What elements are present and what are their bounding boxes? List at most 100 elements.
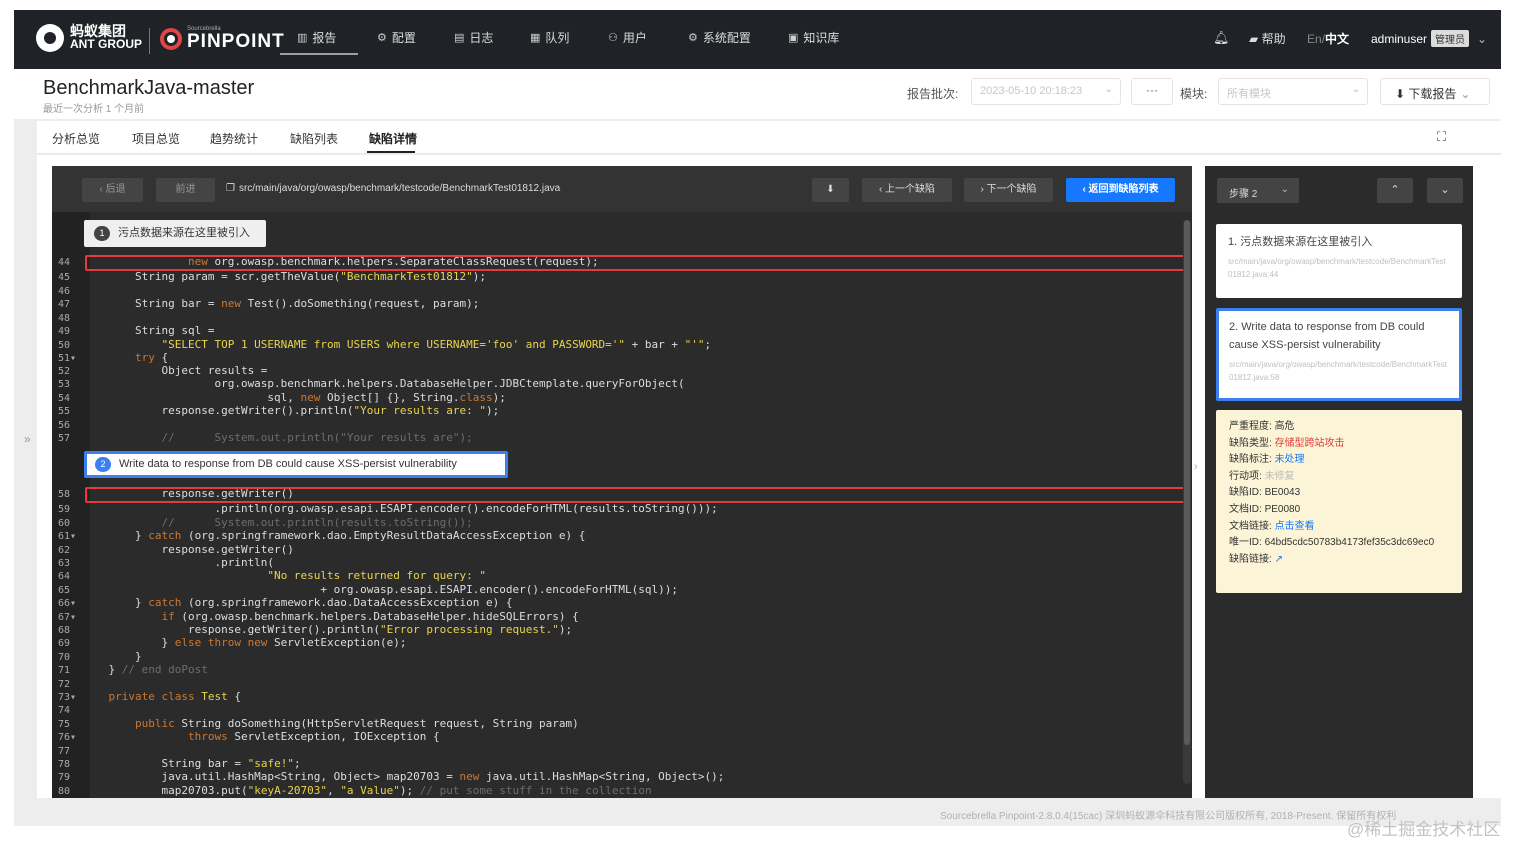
pinpoint-logo[interactable]: Sourcebrella PINPOINT (160, 26, 285, 51)
step-path: src/main/java/org/owasp/benchmark/testco… (1229, 360, 1447, 382)
code-token: } (82, 529, 149, 542)
code-token: Test (201, 690, 228, 703)
doc-link-label: 文档链接: (1229, 520, 1272, 532)
tab-defect-detail[interactable]: 缺陷详情 (369, 130, 417, 147)
code-scrollbar-thumb[interactable] (1184, 220, 1190, 745)
uid-value: 64bd5cdc50783b4173fef35c3dc69ec0 (1264, 537, 1435, 549)
file-icon: ❐ (226, 183, 235, 194)
step-select[interactable]: 步骤 2 ⌄ (1217, 178, 1299, 203)
code-line: 57 // System.out.println("Your results a… (52, 431, 1182, 445)
code-line: 78 String bar = "safe!"; (52, 757, 1182, 771)
nav-item-report[interactable]: ▥ 报告 (297, 29, 336, 46)
prev-defect-button[interactable]: ‹ 上一个缺陷 (862, 178, 952, 202)
uid-row: 唯一ID: 64bd5cdc50783b4173fef35c3dc69ec0 (1229, 535, 1449, 552)
code-area[interactable]: 44 new org.owasp.benchmark.helpers.Separ… (52, 212, 1182, 798)
step-card-2[interactable]: 2. Write data to response from DB could … (1216, 308, 1462, 401)
user-menu[interactable]: adminuser 管理员 ⌄ (1371, 30, 1487, 47)
doc-id-value: PE0080 (1264, 503, 1301, 515)
external-link-icon[interactable]: ↗ (1275, 554, 1283, 565)
language-switch[interactable]: En/中文 (1307, 30, 1349, 47)
nav-item-knowledge[interactable]: ▣ 知识库 (788, 29, 839, 46)
code-token: private class (82, 690, 202, 703)
forward-button[interactable]: 前进 (156, 178, 215, 202)
defect-id-row: 缺陷ID: BE0043 (1229, 485, 1449, 502)
lang-zh[interactable]: 中文 (1325, 32, 1349, 46)
annotation-step-2[interactable]: 2 Write data to response from DB could ca… (84, 451, 508, 478)
step-down-button[interactable]: ⌄ (1427, 178, 1463, 203)
help-link[interactable]: ▰ 帮助 (1249, 30, 1286, 47)
uid-label: 唯一ID: (1229, 537, 1262, 549)
step-up-button[interactable]: ⌃ (1377, 178, 1413, 203)
file-path: ❐ src/main/java/org/owasp/benchmark/testc… (226, 183, 560, 194)
severity-label: 严重程度: (1229, 421, 1272, 432)
code-token: ServletException(e); (267, 636, 407, 649)
bell-icon[interactable]: 🔔︎ (1213, 30, 1230, 46)
type-label: 缺陷类型: (1229, 437, 1272, 449)
doc-link[interactable]: 点击查看 (1275, 521, 1315, 532)
next-defect-button[interactable]: › 下一个缺陷 (964, 178, 1053, 202)
ant-logo-icon (36, 24, 64, 52)
code-line: 68 response.getWriter().println("Error p… (52, 623, 1182, 637)
doc-id-label: 文档ID: (1229, 503, 1262, 515)
help-icon: ▰ (1249, 32, 1262, 46)
tab-analysis-overview[interactable]: 分析总览 (52, 130, 100, 147)
line-number: 79 (58, 772, 71, 783)
code-token: try (82, 351, 155, 364)
code-token: "SELECT TOP 1 USERNAME from USERS where … (82, 338, 626, 351)
back-button[interactable]: ‹ 后退 (82, 178, 143, 202)
more-button[interactable]: ··· (1131, 78, 1173, 105)
tab-trend-stats[interactable]: 趋势统计 (210, 130, 258, 147)
code-token: ServletException, IOException { (227, 730, 440, 743)
code-token: org.owasp.benchmark.helpers.DatabaseHelp… (82, 377, 685, 390)
nav-item-users[interactable]: ⚇ 用户 (608, 29, 647, 46)
code-token: Object[] {}, String. (320, 391, 460, 404)
code-token: throws (82, 730, 228, 743)
defect-detail-content: » ‹ 后退 前进 ❐ src/main/java/org/owasp/bench… (24, 155, 1501, 798)
batch-label: 报告批次: (907, 87, 959, 101)
ant-logo-text-en: ANT GROUP (70, 37, 142, 51)
code-token: (org.springframework.dao.DataAccessExcep… (181, 596, 513, 609)
code-line: 75 public String doSomething(HttpServlet… (52, 717, 1182, 731)
step-title: 1. 污点数据来源在这里被引入 (1228, 236, 1373, 248)
tab-project-overview[interactable]: 项目总览 (132, 130, 180, 147)
line-number: 59 (58, 504, 71, 515)
nav-item-label: 日志 (469, 31, 494, 45)
tab-defect-list[interactable]: 缺陷列表 (290, 130, 338, 147)
code-line: 62 response.getWriter() (52, 543, 1182, 557)
module-select[interactable]: 所有模块 ⌄ (1218, 78, 1368, 105)
highlight-line-58 (85, 487, 1186, 503)
mark-value[interactable]: 未处理 (1275, 454, 1305, 465)
code-token: java.util.HashMap<String, Object> map207… (82, 770, 460, 783)
download-icon[interactable]: ⬇ (812, 178, 849, 202)
mark-row: 缺陷标注: 未处理 (1229, 452, 1449, 469)
nav-item-config[interactable]: ⚙ 配置 (377, 29, 416, 46)
highlight-line-44 (85, 255, 1186, 271)
code-line: 66▾ } catch (org.springframework.dao.Dat… (52, 596, 1182, 610)
code-token: } (82, 636, 175, 649)
step-card-1[interactable]: 1. 污点数据来源在这里被引入 src/main/java/org/owasp/… (1216, 224, 1462, 298)
step-select-value: 步骤 2 (1229, 189, 1258, 200)
code-toolbar: ‹ 后退 前进 ❐ src/main/java/org/owasp/benchma… (52, 166, 1192, 212)
back-to-defect-list-button[interactable]: ‹ 返回到缺陷列表 (1066, 178, 1175, 202)
nav-item-queue[interactable]: ▦ 队列 (530, 29, 569, 46)
lang-en[interactable]: En (1307, 32, 1322, 46)
line-number: 49 (58, 326, 71, 337)
batch-value: 2023-05-10 20:18:23 (980, 85, 1083, 97)
code-line: 51▾ try { (52, 351, 1182, 365)
code-token: "Your results are: " (353, 404, 486, 417)
nav-item-logs[interactable]: ▤ 日志 (454, 29, 493, 46)
expand-left-icon[interactable]: » (24, 432, 31, 446)
ant-group-logo[interactable]: 蚂蚁集团 ANT GROUP (36, 24, 142, 52)
step-path: src/main/java/org/owasp/benchmark/testco… (1228, 257, 1446, 279)
code-line: 72 (52, 677, 1182, 691)
expand-right-icon[interactable]: › (1194, 461, 1198, 473)
chevron-down-icon: ⌄ (1460, 87, 1471, 101)
fullscreen-icon[interactable]: ⛶ (1437, 129, 1446, 145)
batch-select[interactable]: 2023-05-10 20:18:23 ⌄ (971, 78, 1121, 105)
annotation-step-1[interactable]: 1 污点数据来源在这里被引入 (84, 220, 266, 247)
code-token: .println( (82, 556, 275, 569)
line-number: 44 (58, 257, 71, 268)
nav-item-system-config[interactable]: ⚙ 系统配置 (688, 29, 751, 46)
download-report-button[interactable]: ⬇ 下载报告 ⌄ (1380, 78, 1490, 105)
